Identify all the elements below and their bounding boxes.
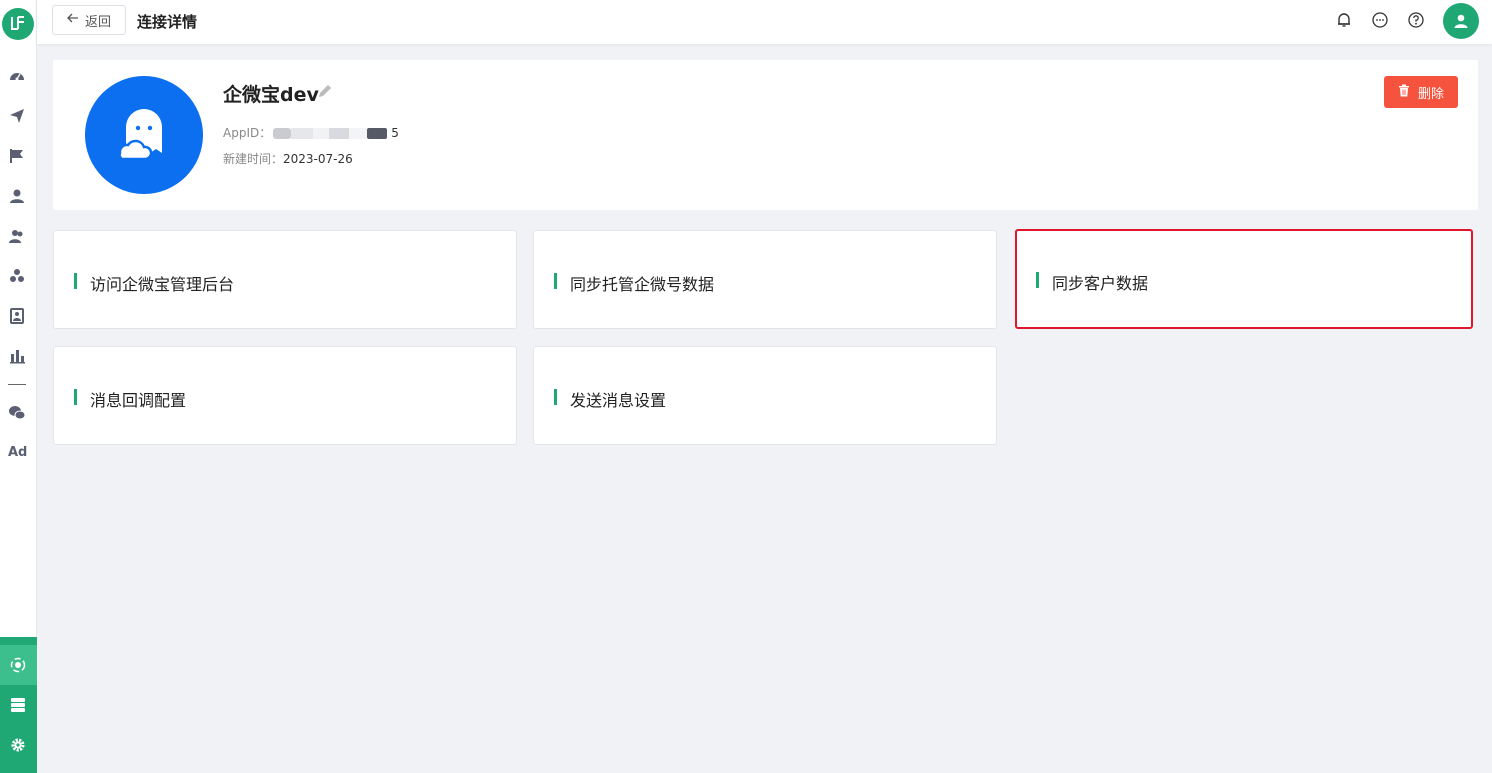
org-name: 企微宝dev <box>223 84 319 106</box>
group-icon[interactable] <box>8 267 26 285</box>
contact-card-icon[interactable] <box>8 307 26 325</box>
appid-tail: 5 <box>391 126 399 140</box>
app-logo[interactable] <box>2 8 34 40</box>
ghost-cloud-icon <box>118 109 162 161</box>
action-card-callback-config[interactable]: 消息回调配置 <box>53 346 517 445</box>
delete-button[interactable]: 删除 <box>1384 76 1458 108</box>
avatar-user-icon <box>1454 14 1468 28</box>
logo-mark-icon <box>11 16 24 30</box>
edit-pencil-icon[interactable] <box>317 83 333 99</box>
bar-chart-icon[interactable] <box>8 347 26 365</box>
appid-masked-value <box>273 128 391 139</box>
action-card-label: 同步客户数据 <box>1052 274 1149 293</box>
appid-row: AppID： 5 <box>223 124 399 141</box>
action-card-label: 同步托管企微号数据 <box>570 275 715 294</box>
action-card-label: 消息回调配置 <box>90 391 187 410</box>
card-accent-bar <box>554 273 557 289</box>
action-card-visit-admin[interactable]: 访问企微宝管理后台 <box>53 230 517 329</box>
ad-nav-item[interactable]: Ad <box>8 445 27 460</box>
message-icon[interactable] <box>1371 11 1389 29</box>
send-icon[interactable] <box>8 107 26 125</box>
org-avatar <box>85 76 203 194</box>
back-label: 返回 <box>84 14 111 30</box>
server-icon[interactable] <box>9 696 27 714</box>
card-accent-bar <box>554 389 557 405</box>
trash-icon <box>1398 84 1410 101</box>
action-card-sync-accounts[interactable]: 同步托管企微号数据 <box>533 230 997 329</box>
action-card-send-settings[interactable]: 发送消息设置 <box>533 346 997 445</box>
profile-card: 企微宝dev AppID： 5 新建时间：2023-07-26 删除 <box>53 60 1478 210</box>
card-accent-bar <box>74 273 77 289</box>
created-value: 2023-07-26 <box>283 152 353 166</box>
user-avatar[interactable] <box>1443 3 1479 39</box>
integration-icon[interactable] <box>9 656 27 674</box>
page-title: 连接详情 <box>137 13 198 31</box>
action-card-sync-customers[interactable]: 同步客户数据 <box>1015 229 1473 329</box>
top-bar: 返回 连接详情 <box>37 0 1492 44</box>
created-row: 新建时间：2023-07-26 <box>223 150 353 167</box>
users-icon[interactable] <box>8 227 26 245</box>
appid-label: AppID： <box>223 126 272 140</box>
action-card-label: 访问企微宝管理后台 <box>90 275 235 294</box>
wechat-icon[interactable] <box>8 404 26 422</box>
settings-icon[interactable] <box>9 736 27 754</box>
card-accent-bar <box>1036 272 1039 288</box>
bell-icon[interactable] <box>1335 11 1353 29</box>
user-icon[interactable] <box>8 187 26 205</box>
sidebar: Ad <box>0 0 37 773</box>
sidebar-bottom <box>0 637 37 773</box>
delete-label: 删除 <box>1417 86 1444 102</box>
nav-divider <box>8 384 26 385</box>
flag-icon[interactable] <box>8 147 26 165</box>
back-button[interactable]: 返回 <box>52 5 126 35</box>
help-icon[interactable] <box>1407 11 1425 29</box>
dashboard-icon[interactable] <box>8 67 26 85</box>
arrow-left-icon <box>67 12 79 28</box>
action-card-label: 发送消息设置 <box>570 391 667 410</box>
card-accent-bar <box>74 389 77 405</box>
created-label: 新建时间： <box>223 152 284 166</box>
